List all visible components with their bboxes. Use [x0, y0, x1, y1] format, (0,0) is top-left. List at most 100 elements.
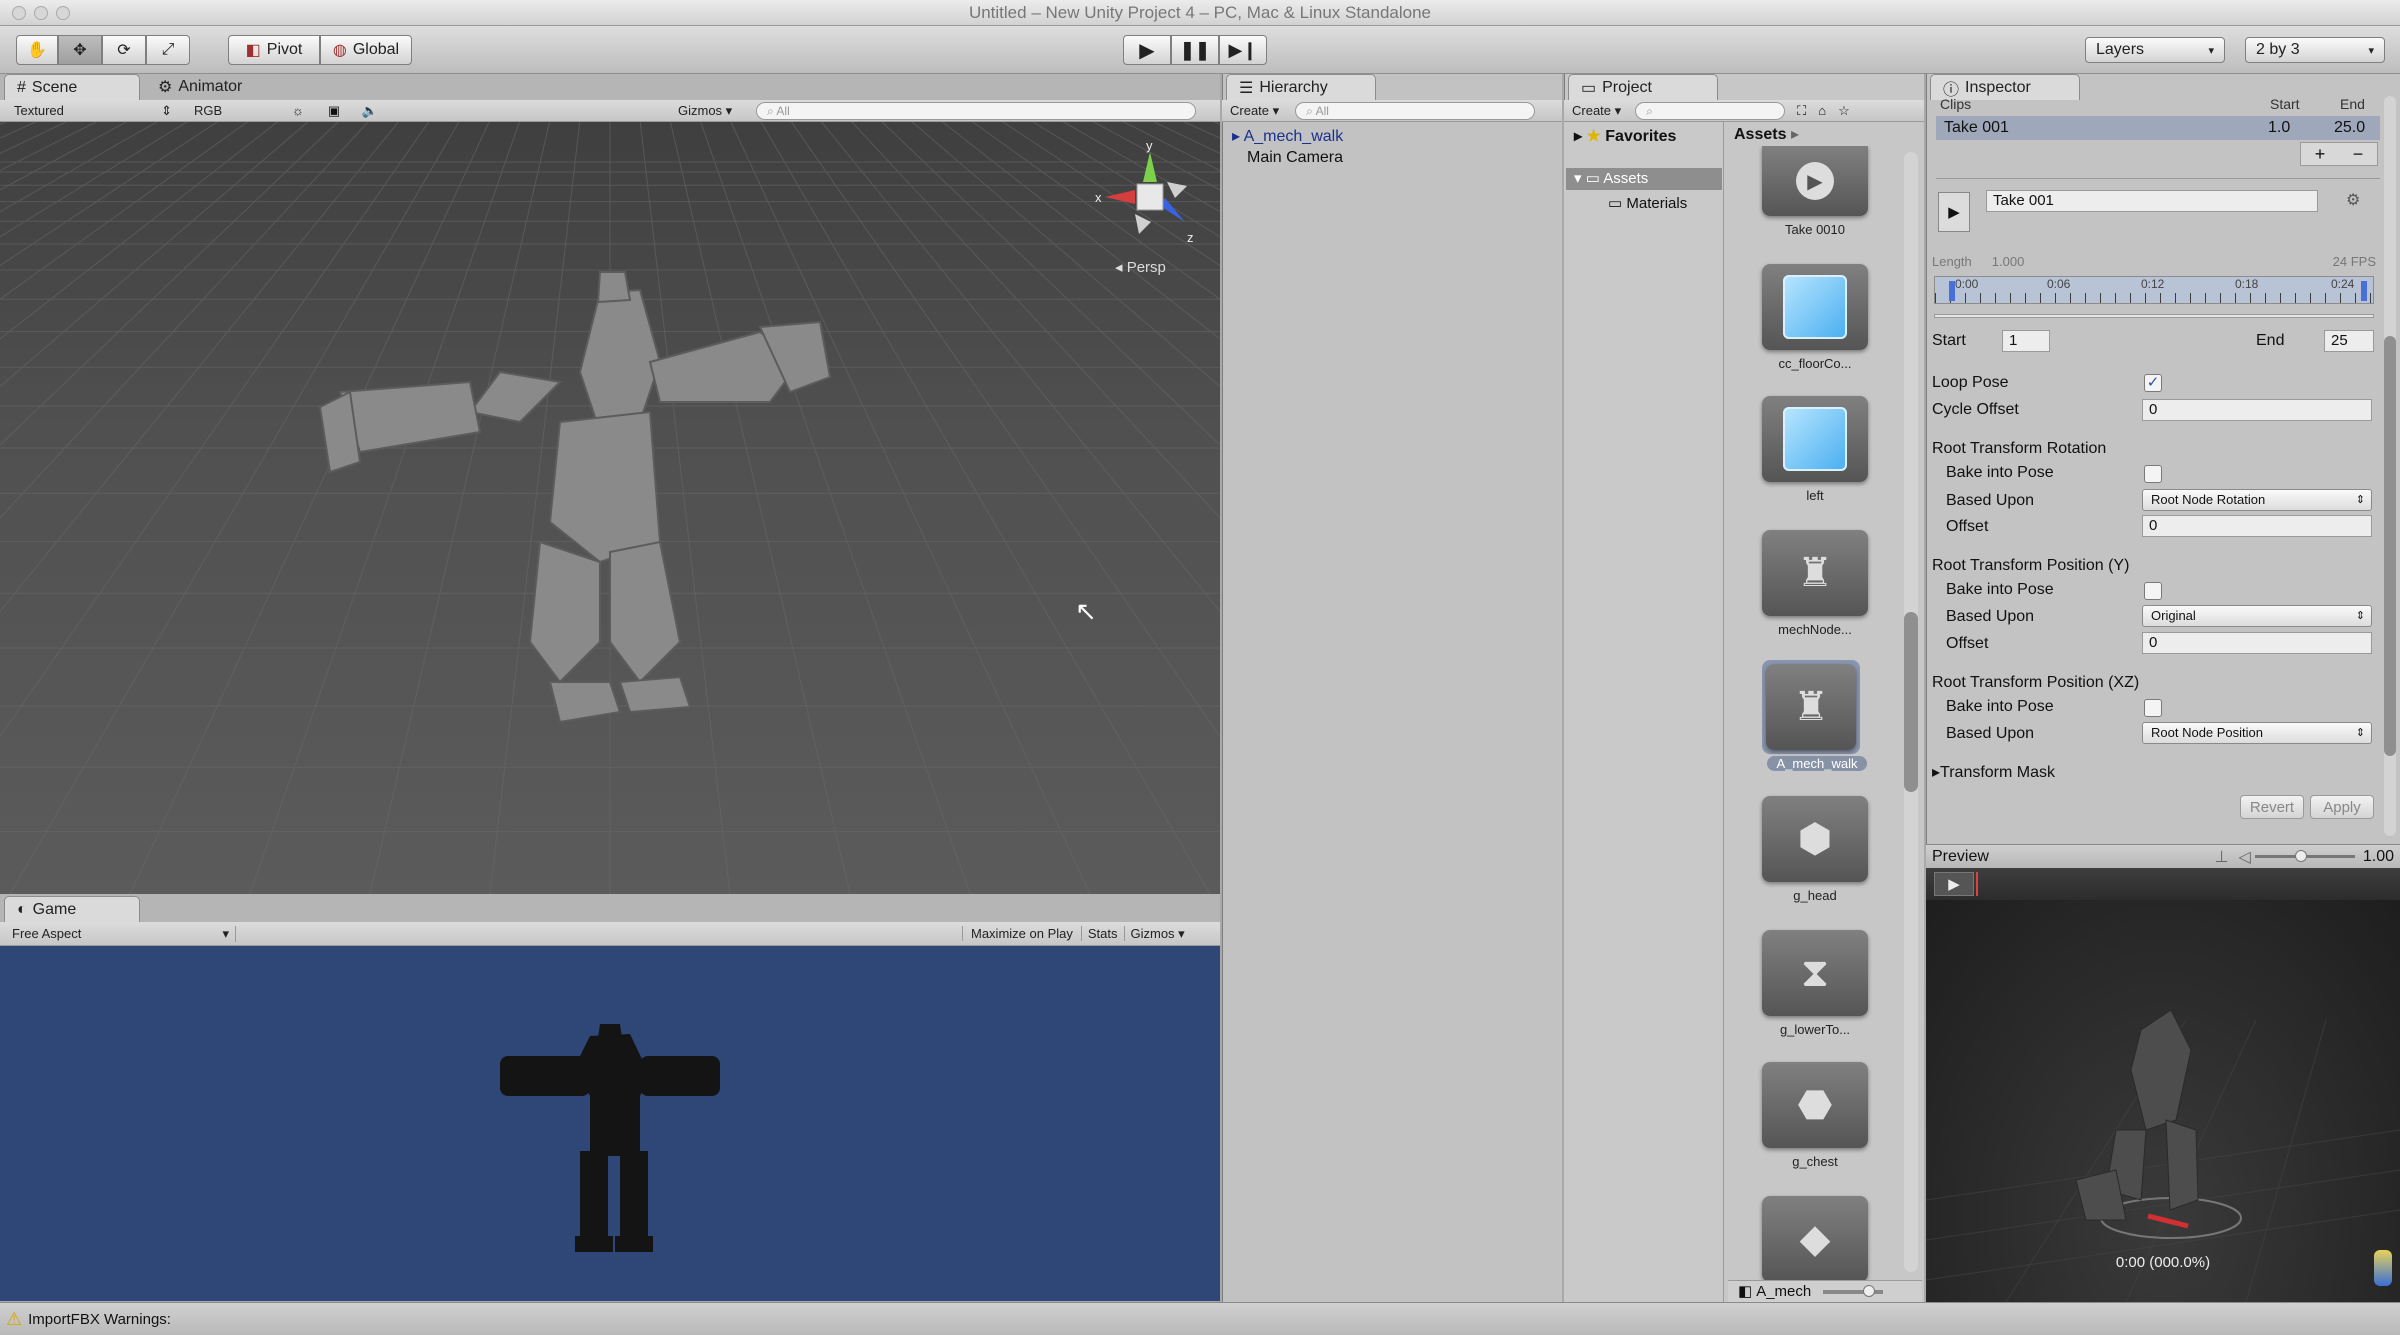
mech-model[interactable] — [318, 271, 832, 724]
end-field[interactable]: 25 — [2324, 330, 2374, 352]
project-create-dropdown[interactable]: Create ▾ — [1564, 103, 1629, 119]
remove-clip-button[interactable]: − — [2353, 144, 2364, 165]
filter-type-icon[interactable]: ⛶ — [1797, 103, 1806, 119]
clip-timeline[interactable]: 0:00 0:06 0:12 0:18 0:24 — [1934, 276, 2374, 304]
render-mode-dropdown[interactable]: Textured ⇕ — [0, 103, 180, 119]
preview-speed-slider[interactable] — [2254, 850, 2355, 862]
hierarchy-search-input[interactable]: ⌕ All — [1295, 101, 1536, 120]
hierarchy-item[interactable]: Main Camera — [1247, 149, 1343, 167]
favorites-item[interactable]: ▸ ★ Favorites — [1574, 126, 1676, 146]
tree-item-materials[interactable]: ▭ Materials — [1608, 194, 1687, 212]
asset-item[interactable]: ⧗ — [1762, 930, 1868, 1016]
color-mode-dropdown[interactable]: RGB — [180, 103, 280, 118]
asset-item[interactable]: ▶ — [1762, 146, 1868, 216]
lighting-toggle-icon[interactable]: ☼ — [280, 103, 316, 118]
clip-row-selected[interactable]: Take 001 1.0 25.0 — [1936, 116, 2380, 140]
preview-time-marker[interactable] — [1976, 872, 1978, 896]
transform-mask-foldout[interactable]: ▸Transform Mask — [1932, 762, 2055, 782]
inspector-scrollbar[interactable] — [2384, 96, 2396, 836]
revert-button[interactable]: Revert — [2240, 795, 2304, 819]
asset-item[interactable]: ⬣ — [1762, 1062, 1868, 1148]
asset-item[interactable] — [1762, 264, 1868, 350]
persp-label[interactable]: ◂ Persp — [1115, 258, 1166, 276]
position-xz-bake-checkbox[interactable] — [2144, 699, 2162, 717]
pivot-toggle-icon[interactable]: ⊥ — [2215, 847, 2229, 867]
maximize-on-play-toggle[interactable]: Maximize on Play — [962, 926, 1082, 941]
favorite-star-icon[interactable]: ☆ — [1838, 103, 1850, 119]
icon-size-slider[interactable] — [1823, 1284, 1884, 1297]
rotation-based-select[interactable]: Root Node Rotation ⇕ — [2142, 489, 2372, 511]
scale-tool-button[interactable]: ⤢ — [146, 35, 190, 65]
filter-label-icon[interactable]: ⌂ — [1818, 103, 1826, 118]
audio-toggle-icon[interactable]: 🔈 — [352, 103, 388, 119]
add-clip-button[interactable]: + — [2315, 144, 2326, 165]
gizmos-dropdown[interactable]: Gizmos ▾ — [678, 103, 756, 119]
step-button[interactable]: ▶❙ — [1219, 35, 1267, 65]
position-xz-based-select[interactable]: Root Node Position ⇕ — [2142, 722, 2372, 744]
dropdown-arrow-icon: ▾ — [2208, 44, 2214, 57]
preview-play-button[interactable]: ▶ — [1934, 872, 1974, 896]
image-toggle-icon[interactable]: ▣ — [316, 103, 352, 119]
game-gizmos-dropdown[interactable]: Gizmos ▾ — [1125, 926, 1191, 942]
project-scrollbar[interactable] — [1904, 152, 1918, 1272]
tab-game[interactable]: ◐ Game — [4, 896, 140, 922]
position-y-bake-checkbox[interactable] — [2144, 582, 2162, 600]
pivot-label: Pivot — [266, 41, 303, 58]
tab-animator[interactable]: ⚙ Animator — [146, 74, 254, 100]
asset-label: g_chest — [1792, 1154, 1838, 1169]
avatar-icon[interactable] — [2374, 1250, 2392, 1286]
hand-tool-button[interactable]: ✋ — [16, 35, 58, 65]
breadcrumb-assets[interactable]: Assets — [1734, 126, 1786, 143]
layers-dropdown[interactable]: Layers ▾ — [2085, 37, 2225, 63]
gear-icon[interactable]: ⚙ — [2346, 190, 2360, 210]
asset-item[interactable]: ◆ — [1762, 1196, 1868, 1282]
asset-item[interactable]: ♜ — [1762, 530, 1868, 616]
aspect-dropdown[interactable]: Free Aspect ▾ — [0, 925, 236, 942]
pause-button[interactable]: ❚❚ — [1171, 35, 1219, 65]
timeline-start-marker[interactable] — [1949, 281, 1955, 301]
minimize-window-button[interactable] — [34, 6, 48, 20]
asset-item-selected[interactable]: ♜ — [1762, 660, 1860, 754]
tab-project[interactable]: ▭ Project — [1568, 74, 1718, 100]
position-y-based-select[interactable]: Original ⇕ — [2142, 605, 2372, 627]
asset-item[interactable]: ⬢ — [1762, 796, 1868, 882]
close-window-button[interactable] — [12, 6, 26, 20]
timeline-end-marker[interactable] — [2361, 281, 2367, 301]
tab-game-label: Game — [32, 900, 77, 918]
asset-item[interactable] — [1762, 396, 1868, 482]
play-button[interactable]: ▶ — [1123, 35, 1171, 65]
stats-toggle[interactable]: Stats — [1082, 926, 1125, 941]
zoom-window-button[interactable] — [56, 6, 70, 20]
scrollbar-thumb[interactable] — [1904, 612, 1918, 792]
rotation-offset-field[interactable]: 0 — [2142, 515, 2372, 537]
status-bar[interactable]: ⚠ ImportFBX Warnings: — [0, 1302, 2400, 1335]
move-tool-button[interactable]: ✥ — [58, 35, 102, 65]
position-y-offset-field[interactable]: 0 — [2142, 632, 2372, 654]
rotation-bake-checkbox[interactable] — [2144, 465, 2162, 483]
hierarchy-item[interactable]: ▸ A_mech_walk — [1232, 126, 1343, 146]
scene-viewport[interactable]: y x z ◂ Persp ↖ — [0, 122, 1220, 894]
clip-name-field[interactable]: Take 001 — [1986, 190, 2318, 212]
pivot-button[interactable]: ◧ Pivot — [228, 35, 320, 65]
dropdown-arrow-icon: ⇕ — [2355, 727, 2365, 739]
preview-viewport[interactable]: 0:00 (000.0%) — [1926, 900, 2400, 1302]
orientation-gizmo[interactable]: y x z — [1095, 142, 1205, 252]
cycle-offset-field[interactable]: 0 — [2142, 399, 2372, 421]
global-button[interactable]: ◍ Global — [320, 35, 412, 65]
tab-hierarchy[interactable]: ☰ Hierarchy — [1226, 74, 1376, 100]
timeline-scrollbar[interactable] — [1934, 314, 2374, 318]
rotation-based-label: Based Upon — [1946, 492, 2035, 509]
loop-pose-checkbox[interactable]: ✓ — [2144, 374, 2162, 392]
start-field[interactable]: 1 — [2002, 330, 2050, 352]
apply-button[interactable]: Apply — [2310, 795, 2374, 819]
scrollbar-thumb[interactable] — [2384, 336, 2396, 756]
tab-scene[interactable]: # Scene — [4, 74, 140, 100]
project-search-input[interactable]: ⌕ — [1635, 101, 1786, 120]
hierarchy-create-dropdown[interactable]: Create ▾ — [1222, 103, 1287, 119]
tree-item-assets[interactable]: ▾ ▭ Assets — [1566, 168, 1722, 190]
game-viewport[interactable] — [0, 946, 1220, 1301]
scene-search-input[interactable]: ⌕ All — [756, 101, 1196, 120]
preview-header: Preview ⊥ ◁ 1.00 — [1926, 844, 2400, 868]
layout-dropdown[interactable]: 2 by 3 ▾ — [2245, 37, 2385, 63]
rotate-tool-button[interactable]: ⟳ — [102, 35, 146, 65]
